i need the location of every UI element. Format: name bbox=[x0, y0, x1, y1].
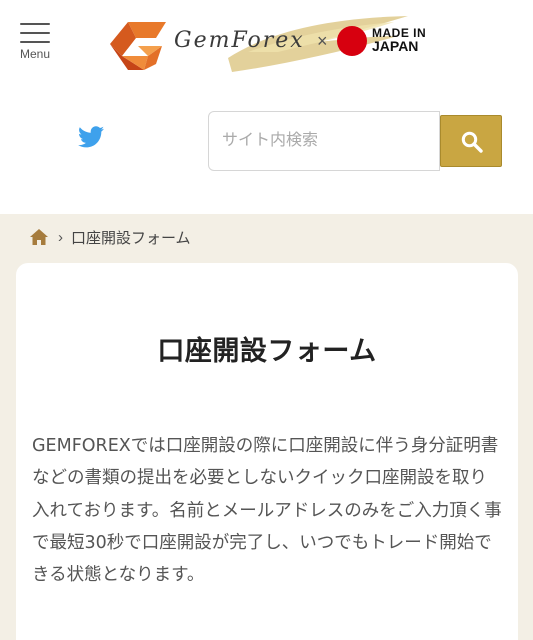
logo-wordmark: GemForex bbox=[174, 28, 305, 53]
page-title: 口座開設フォーム bbox=[157, 336, 377, 366]
breadcrumb: › 口座開設フォーム bbox=[30, 226, 191, 248]
search-button[interactable] bbox=[440, 115, 502, 167]
search-row bbox=[0, 90, 533, 214]
twitter-icon[interactable] bbox=[78, 126, 104, 148]
made-in-japan-badge: MADE IN JAPAN bbox=[372, 27, 426, 54]
logo-times-sign: × bbox=[317, 31, 328, 51]
main-card: 口座開設フォーム GEMFOREXでは口座開設の際に口座開設に伴う身分証明書など… bbox=[16, 263, 518, 640]
hamburger-icon bbox=[20, 22, 50, 44]
japan-flag-icon bbox=[337, 26, 367, 56]
site-logo[interactable]: GemForex × MADE IN JAPAN bbox=[108, 12, 428, 76]
gemforex-logo-mark-icon bbox=[110, 22, 166, 70]
home-icon[interactable] bbox=[30, 229, 48, 245]
search-input[interactable] bbox=[208, 111, 440, 171]
japan-text: JAPAN bbox=[372, 38, 419, 54]
breadcrumb-current: 口座開設フォーム bbox=[71, 229, 191, 247]
site-header: Menu GemForex × MADE IN JAPAN bbox=[0, 0, 533, 90]
intro-paragraph: GEMFOREXでは口座開設の際に口座開設に伴う身分証明書などの書類の提出を必要… bbox=[32, 436, 502, 586]
menu-button[interactable]: Menu bbox=[14, 20, 56, 64]
search-icon bbox=[461, 131, 483, 153]
breadcrumb-separator: › bbox=[58, 228, 63, 246]
menu-label: Menu bbox=[19, 47, 51, 61]
